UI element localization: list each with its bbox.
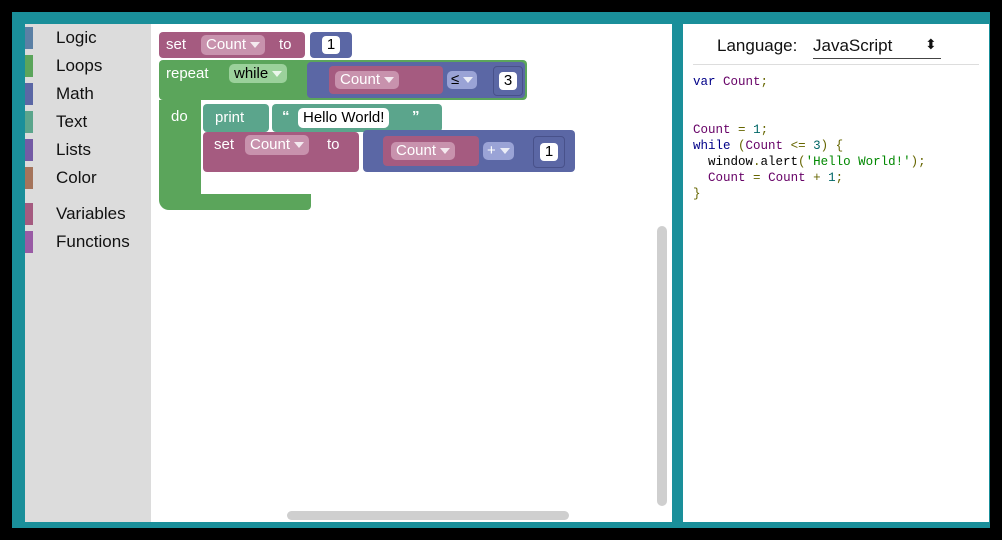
variable-dropdown[interactable]: Count (335, 71, 400, 89)
category-swatch (25, 27, 33, 49)
code-line: Count = Count + 1; (708, 171, 844, 185)
generated-code-panel: Language: JavaScript ⬍ var Count; Count … (683, 24, 989, 522)
number-field[interactable]: 1 (322, 36, 340, 54)
toolbox-category-lists[interactable]: Lists (25, 139, 151, 161)
category-label: Variables (56, 204, 126, 223)
toolbox-category-math[interactable]: Math (25, 83, 151, 105)
block-keyword: set (166, 36, 187, 53)
number-block[interactable]: 1 (310, 32, 352, 58)
open-quote: “ (282, 108, 290, 125)
category-swatch (25, 167, 33, 189)
variable-dropdown[interactable]: Count (201, 35, 266, 55)
code-line: while (Count <= 3) { (693, 139, 844, 153)
category-label: Text (56, 112, 88, 131)
updown-arrows-icon: ⬍ (925, 36, 937, 52)
variable-name: Count (250, 136, 291, 153)
variable-name: Count (340, 71, 381, 88)
chevron-down-icon (440, 148, 451, 155)
number-field[interactable]: 1 (540, 143, 558, 161)
number-block[interactable]: 3 (493, 66, 523, 96)
operator: + (487, 142, 496, 159)
toolbox-category-variables[interactable]: Variables (25, 203, 151, 225)
category-label: Logic (56, 28, 97, 47)
block-canvas[interactable]: set Count to 1 repeat while do Count ≤ 3 (151, 24, 672, 522)
close-quote: ” (412, 108, 420, 125)
repeat-do-spine: do (159, 100, 201, 208)
language-selector-row: Language: JavaScript ⬍ (683, 32, 989, 62)
language-select[interactable]: JavaScript ⬍ (813, 36, 941, 59)
number-field[interactable]: 3 (499, 72, 517, 90)
toolbox-category-functions[interactable]: Functions (25, 231, 151, 253)
code-line: } (693, 187, 701, 201)
block-keyword: set (214, 136, 235, 153)
toolbox-category-loops[interactable]: Loops (25, 55, 151, 77)
block-keyword: print (215, 109, 245, 126)
block-keyword: do (171, 108, 188, 125)
variable-get-block[interactable]: Count (383, 136, 479, 166)
category-swatch (25, 55, 33, 77)
category-swatch (25, 231, 33, 253)
block-keyword: repeat (166, 65, 209, 82)
text-field[interactable]: Hello World! (298, 108, 390, 128)
vertical-scrollbar[interactable] (657, 226, 667, 506)
repeat-block-bottom (159, 194, 311, 210)
code-line: var Count; (693, 75, 769, 89)
variable-name: Count (396, 142, 437, 159)
divider (693, 64, 979, 65)
block-keyword: to (327, 136, 340, 153)
compare-block[interactable]: Count ≤ 3 (307, 62, 525, 98)
variable-dropdown[interactable]: Count (391, 142, 456, 160)
category-swatch (25, 139, 33, 161)
variable-get-block[interactable]: Count (329, 66, 443, 94)
variable-name: Count (206, 36, 247, 53)
operator: ≤ (451, 71, 460, 88)
chevron-down-icon (499, 148, 510, 155)
number-block[interactable]: 1 (533, 136, 565, 168)
language-value: JavaScript (813, 36, 893, 55)
arithmetic-block[interactable]: Count + 1 (363, 130, 575, 172)
chevron-down-icon (294, 142, 305, 149)
loop-mode: while (234, 65, 269, 82)
set-variable-block[interactable]: set Count to (159, 32, 305, 58)
toolbox-category-color[interactable]: Color (25, 167, 151, 189)
loop-mode-dropdown[interactable]: while (229, 64, 288, 83)
set-variable-block[interactable]: set Count to (203, 132, 359, 172)
blockly-workspace-panel: Logic Loops Math Text Lists Color Variab… (25, 24, 672, 522)
operator-dropdown[interactable]: ≤ (447, 71, 478, 89)
code-line: Count = 1; (693, 123, 769, 137)
category-label: Lists (56, 140, 91, 159)
variable-dropdown[interactable]: Count (245, 135, 310, 155)
toolbox-category-logic[interactable]: Logic (25, 27, 151, 49)
text-block[interactable]: “ Hello World! ” (272, 104, 442, 132)
block-keyword: to (279, 36, 292, 53)
category-label: Color (56, 168, 97, 187)
category-swatch (25, 111, 33, 133)
chevron-down-icon (463, 77, 474, 84)
category-swatch (25, 203, 33, 225)
toolbox: Logic Loops Math Text Lists Color Variab… (25, 24, 151, 522)
code-view: var Count; Count = 1; while (Count <= 3) … (693, 74, 926, 202)
horizontal-scrollbar[interactable] (287, 511, 569, 520)
chevron-down-icon (384, 77, 395, 84)
category-label: Loops (56, 56, 103, 75)
chevron-down-icon (272, 71, 283, 78)
code-line: window.alert('Hello World!'); (693, 155, 926, 169)
category-swatch (25, 83, 33, 105)
language-label: Language: (717, 36, 798, 55)
chevron-down-icon (250, 42, 261, 49)
category-label: Functions (56, 232, 130, 251)
operator-dropdown[interactable]: + (483, 142, 514, 160)
toolbox-category-text[interactable]: Text (25, 111, 151, 133)
print-block[interactable]: print (203, 104, 269, 132)
category-label: Math (56, 84, 94, 103)
